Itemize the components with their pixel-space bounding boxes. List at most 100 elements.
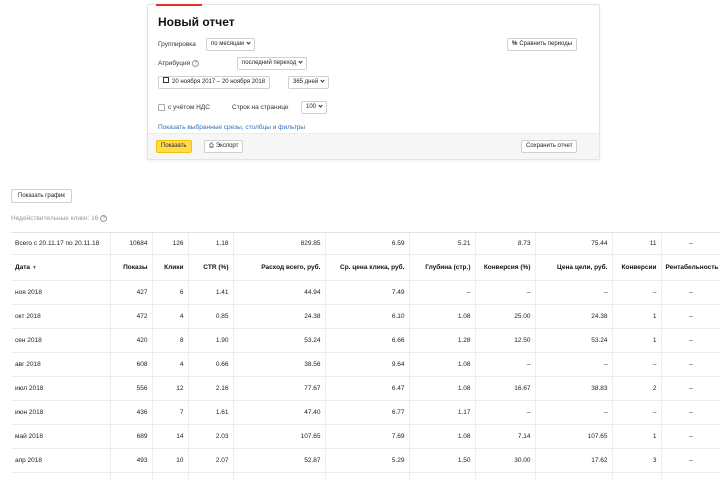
table-row[interactable]: ноя 2018 427 6 1.41 44.94 7.49– – – – – (11, 280, 720, 305)
table-cell: мар 2018 (11, 472, 110, 480)
table-cell: – (660, 376, 720, 401)
column-header-label: CTR (%) (203, 264, 229, 271)
table-row[interactable]: сен 2018 420 8 1.90 53.24 6.66 1.28 12.50 53.24 1… (11, 328, 720, 353)
table-row[interactable]: авг 2018 608 4 0.66 38.56 9.64 1.08– – – – (11, 352, 720, 377)
table-cell: 2.03 (187, 424, 233, 449)
table-cell: 608 (109, 352, 152, 377)
show-report-button[interactable]: Показать (156, 140, 192, 153)
table-cell: 6.77 (324, 400, 409, 425)
table-cell: ноя 2018 (11, 280, 110, 305)
title-accent-line (156, 4, 202, 6)
column-header-label: Показы (123, 264, 148, 271)
table-row[interactable]: апр 2018 493 10 2.07 52.87 5.29 1.50 30.00 17.62… (11, 448, 720, 473)
table-row[interactable]: июл 2018 556 12 2.16 77.67 6.47 1.08 16.67 38.83… (11, 376, 720, 401)
column-header[interactable]: Глубина (стр.) (408, 254, 475, 281)
table-cell: 1.08 (408, 352, 475, 377)
table-cell: 5.52 (324, 472, 409, 480)
table-cell: окт 2018 (11, 304, 110, 329)
table-row[interactable]: май 2018 689 14 2.03 107.65 7.69 1.08 7.14 107.6… (11, 424, 720, 449)
table-cell: 47.40 (232, 400, 325, 425)
column-header[interactable]: Показы (109, 254, 152, 281)
chevron-down-icon (320, 78, 325, 83)
total-cell: 11 (611, 232, 661, 255)
show-filters-link[interactable]: Показать выбранные срезы, столбцы и филь… (158, 124, 305, 131)
table-cell: 9.64 (324, 352, 409, 377)
table-cell: 53.24 (232, 328, 325, 353)
column-header[interactable]: Расход всего, руб. (232, 254, 325, 281)
rows-per-page-select[interactable]: 100 (301, 101, 328, 114)
column-header[interactable]: Конверсия (%) (474, 254, 535, 281)
table-cell: 1.28 (408, 328, 475, 353)
table-cell: – (534, 280, 612, 305)
table-cell: 2.16 (187, 376, 233, 401)
table-row[interactable]: окт 2018 472 4 0.85 24.38 6.10 1.08 25.00 24.38 1… (11, 304, 720, 329)
column-header[interactable]: Рентабельность (660, 254, 720, 281)
table-cell: 1.55 (187, 472, 233, 480)
column-header[interactable]: Ср. цена клика, руб. (324, 254, 409, 281)
table-cell: – (611, 280, 661, 305)
table-cell: – (660, 448, 720, 473)
grouping-select[interactable]: по месяцам (206, 38, 255, 51)
table-row[interactable]: мар 2018839131.5571.735.521.389.0972.732… (11, 472, 720, 480)
table-cell: 38.83 (534, 376, 612, 401)
column-header[interactable]: Дата ▼ (11, 254, 110, 281)
table-cell: 6.47 (324, 376, 409, 401)
table-cell: 556 (109, 376, 152, 401)
table-cell: 13 (151, 472, 188, 480)
table-cell: авг 2018 (11, 352, 110, 377)
vat-checkbox[interactable] (158, 104, 165, 111)
chevron-down-icon (298, 59, 303, 64)
period-value: 365 дней (293, 79, 319, 85)
column-header[interactable]: CTR (%) (187, 254, 233, 281)
table-cell: 493 (109, 448, 152, 473)
table-cell: 24.38 (232, 304, 325, 329)
vat-label: с учётом НДС (168, 104, 210, 111)
total-cell: 829.85 (232, 232, 325, 255)
table-cell: 0.85 (187, 304, 233, 329)
table-cell: 7.14 (474, 424, 535, 449)
column-header[interactable]: Конверсии (611, 254, 661, 281)
table-cell: – (408, 280, 475, 305)
total-cell: 75.44 (534, 232, 612, 255)
date-range-value: 20 ноября 2017 – 20 ноября 2018 (172, 79, 266, 85)
table-cell: 53.24 (534, 328, 612, 353)
column-header[interactable]: Цена цели, руб. (534, 254, 612, 281)
report-settings-card: Новый отчет Группировка по месяцам % Срав… (147, 4, 600, 160)
table-cell: – (660, 304, 720, 329)
table-cell: 1.08 (408, 304, 475, 329)
export-button[interactable]: ⎙ Экспорт (204, 140, 244, 153)
period-select[interactable]: 365 дней (288, 76, 330, 89)
table-row[interactable]: июн 2018 436 7 1.61 47.40 6.77 1.17– – – – (11, 400, 720, 425)
percent-icon: % (512, 41, 518, 47)
table-cell: – (660, 328, 720, 353)
total-cell: 126 (151, 232, 188, 255)
help-icon[interactable]: ? (192, 60, 200, 67)
attribution-select[interactable]: последний переход (237, 57, 308, 70)
date-range-picker[interactable]: 20 ноября 2017 – 20 ноября 2018 (158, 76, 271, 89)
table-cell: 5.29 (324, 448, 409, 473)
show-chart-button[interactable]: Показать график (11, 189, 72, 203)
column-header-label: Клики (164, 264, 184, 271)
compare-periods-label: Сравнить периоды (519, 41, 573, 47)
save-report-button[interactable]: Сохранить отчет (521, 140, 578, 153)
table-cell: – (474, 400, 535, 425)
chevron-down-icon (246, 40, 251, 45)
compare-periods-button[interactable]: % Сравнить периоды (507, 38, 578, 51)
table-cell: – (660, 280, 720, 305)
table-cell: 1.08 (408, 376, 475, 401)
column-header-label: Конверсии (621, 264, 657, 271)
sort-arrow-icon[interactable]: ▼ (32, 265, 37, 271)
table-cell: 6.66 (324, 328, 409, 353)
table-cell: – (660, 424, 720, 449)
table-cell: 4 (151, 352, 188, 377)
report-table: Всего с 20.11.17 по 20.11.18 10684 126 1.18… (11, 232, 720, 480)
help-icon[interactable]: ? (100, 215, 108, 222)
table-cell: 1 (611, 304, 661, 329)
table-cell: 1.61 (187, 400, 233, 425)
table-cell: – (611, 352, 661, 377)
column-header[interactable]: Клики (151, 254, 188, 281)
column-header-label: Глубина (стр.) (425, 264, 471, 271)
table-cell: 44.94 (232, 280, 325, 305)
table-cell: 12.50 (474, 328, 535, 353)
table-cell: – (474, 352, 535, 377)
